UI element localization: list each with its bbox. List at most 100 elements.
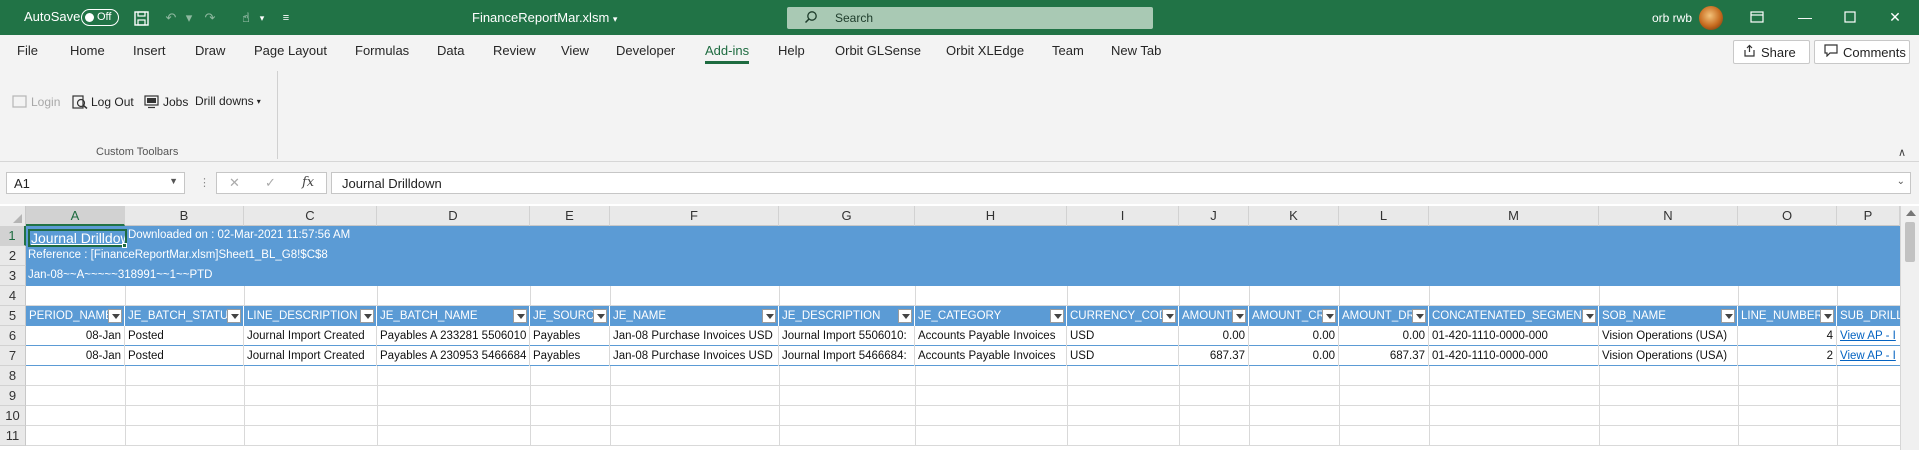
row-header[interactable]: 3 (0, 266, 26, 286)
comments-button[interactable]: Comments (1814, 40, 1910, 64)
filter-dropdown-icon[interactable] (762, 309, 776, 323)
tab-home[interactable]: Home (70, 43, 105, 58)
filter-dropdown-icon[interactable] (1820, 309, 1834, 323)
table-header-cell[interactable]: JE_NAME (610, 306, 779, 326)
enter-icon[interactable]: ✓ (265, 175, 276, 191)
table-cell[interactable]: 687.37 (1179, 346, 1249, 366)
ribbon-display-options-icon[interactable] (1744, 6, 1770, 28)
undo-dropdown-icon[interactable]: ▾ (179, 8, 199, 28)
table-cell[interactable]: 0.00 (1339, 326, 1429, 346)
table-header-cell[interactable]: SUB_DRILL_ (1837, 306, 1900, 326)
select-all-button[interactable] (0, 206, 26, 226)
column-header[interactable]: P (1837, 206, 1900, 226)
table-header-cell[interactable]: PERIOD_NAME (26, 306, 125, 326)
row-header[interactable]: 8 (0, 366, 26, 386)
filter-dropdown-icon[interactable] (360, 309, 374, 323)
filter-dropdown-icon[interactable] (898, 309, 912, 323)
column-header[interactable]: D (377, 206, 530, 226)
share-button[interactable]: Share (1733, 40, 1810, 64)
table-header-cell[interactable]: CONCATENATED_SEGMENTS (1429, 306, 1599, 326)
row-header[interactable]: 1 (0, 226, 26, 246)
tab-page-layout[interactable]: Page Layout (254, 43, 327, 58)
table-header-cell[interactable]: JE_DESCRIPTION (779, 306, 915, 326)
name-box[interactable]: A1 ▼ (6, 172, 185, 194)
table-cell[interactable]: 4 (1738, 326, 1837, 346)
table-header-cell[interactable]: LINE_NUMBER (1738, 306, 1837, 326)
column-header[interactable]: K (1249, 206, 1339, 226)
table-cell[interactable]: USD (1067, 326, 1179, 346)
tab-new-tab[interactable]: New Tab (1111, 43, 1161, 58)
filter-dropdown-icon[interactable] (1412, 309, 1426, 323)
maximize-icon[interactable] (1837, 6, 1863, 28)
column-header[interactable]: A (26, 206, 125, 226)
filter-dropdown-icon[interactable] (1232, 309, 1246, 323)
avatar[interactable] (1699, 6, 1723, 30)
tab-team[interactable]: Team (1052, 43, 1084, 58)
table-cell[interactable]: Vision Operations (USA) (1599, 326, 1738, 346)
tab-view[interactable]: View (561, 43, 589, 58)
tab-developer[interactable]: Developer (616, 43, 675, 58)
table-cell[interactable]: Journal Import Created (244, 346, 377, 366)
scroll-thumb[interactable] (1905, 222, 1915, 262)
tab-add-ins[interactable]: Add-ins (705, 43, 750, 64)
column-header[interactable]: F (610, 206, 779, 226)
insert-function-icon[interactable]: fx (302, 175, 314, 190)
table-header-cell[interactable]: CURRENCY_CODE (1067, 306, 1179, 326)
tab-orbit-xledge[interactable]: Orbit XLEdge (946, 43, 1024, 58)
filter-dropdown-icon[interactable] (227, 309, 241, 323)
logout-button[interactable]: Log Out (71, 94, 134, 109)
table-cell[interactable]: 0.00 (1249, 346, 1339, 366)
save-icon[interactable] (131, 8, 151, 28)
cancel-icon[interactable]: ✕ (229, 175, 240, 191)
drill-link[interactable]: View AP - I (1837, 346, 1900, 366)
row-header[interactable]: 5 (0, 306, 26, 326)
column-header[interactable]: C (244, 206, 377, 226)
scroll-up-icon[interactable] (1906, 210, 1916, 216)
undo-icon[interactable]: ↶ (161, 8, 181, 28)
row-header[interactable]: 4 (0, 286, 26, 306)
user-name[interactable]: orb rwb (1652, 11, 1692, 25)
column-header[interactable]: L (1339, 206, 1429, 226)
filter-dropdown-icon[interactable] (513, 309, 527, 323)
document-title[interactable]: FinanceReportMar.xlsm ▾ (472, 10, 617, 25)
table-cell[interactable]: Posted (125, 326, 244, 346)
table-cell[interactable]: Journal Import 5466684: (779, 346, 915, 366)
worksheet-grid[interactable]: A B C D E F G H I J K L M N O P 1 2 3 4 … (0, 206, 1919, 450)
tab-help[interactable]: Help (778, 43, 805, 58)
table-cell[interactable]: 08-Jan (26, 326, 125, 346)
minimize-icon[interactable]: — (1792, 6, 1818, 28)
tab-formulas[interactable]: Formulas (355, 43, 409, 58)
table-header-cell[interactable]: AMOUNT (1179, 306, 1249, 326)
active-cell-a1[interactable]: Journal Drilldown (28, 229, 127, 247)
tab-data[interactable]: Data (437, 43, 464, 58)
column-header[interactable]: M (1429, 206, 1599, 226)
jobs-button[interactable]: Jobs (143, 94, 188, 109)
collapse-ribbon-icon[interactable]: ∧ (1898, 146, 1906, 159)
table-header-cell[interactable]: JE_CATEGORY (915, 306, 1067, 326)
filter-dropdown-icon[interactable] (1582, 309, 1596, 323)
table-cell[interactable]: 2 (1738, 346, 1837, 366)
row-header[interactable]: 2 (0, 246, 26, 266)
search-box[interactable]: Search (787, 7, 1153, 29)
table-header-cell[interactable]: SOB_NAME (1599, 306, 1738, 326)
filter-dropdown-icon[interactable] (593, 309, 607, 323)
vertical-scrollbar[interactable] (1900, 206, 1919, 450)
expand-formula-icon[interactable]: ⌄ (1897, 176, 1905, 187)
filter-dropdown-icon[interactable] (1050, 309, 1064, 323)
more-options-icon[interactable]: ⋮ (199, 176, 210, 189)
column-header[interactable]: J (1179, 206, 1249, 226)
table-header-cell[interactable]: AMOUNT_CR (1249, 306, 1339, 326)
column-header[interactable]: E (530, 206, 610, 226)
table-cell[interactable]: 687.37 (1339, 346, 1429, 366)
table-cell[interactable]: Journal Import 5506010: (779, 326, 915, 346)
close-icon[interactable]: ✕ (1882, 6, 1908, 28)
table-header-cell[interactable]: JE_SOURCE (530, 306, 610, 326)
table-cell[interactable]: Payables (530, 346, 610, 366)
table-cell[interactable]: 0.00 (1249, 326, 1339, 346)
tab-draw[interactable]: Draw (195, 43, 225, 58)
tab-orbit-glsense[interactable]: Orbit GLSense (835, 43, 921, 58)
table-cell[interactable]: USD (1067, 346, 1179, 366)
table-cell[interactable]: Accounts Payable Invoices (915, 346, 1067, 366)
table-header-cell[interactable]: AMOUNT_DR (1339, 306, 1429, 326)
customize-qat-icon[interactable]: ≡ (276, 8, 296, 28)
